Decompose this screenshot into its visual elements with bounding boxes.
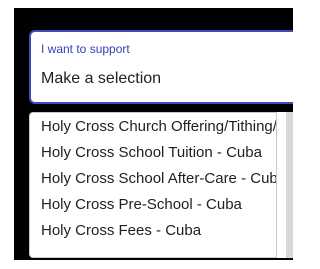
options-scrollbar[interactable] (286, 112, 293, 258)
support-select[interactable]: I want to support Make a selection (29, 30, 293, 104)
support-select-value: Make a selection (41, 70, 162, 87)
option-church-offering[interactable]: Holy Cross Church Offering/Tithing/Do (41, 118, 276, 135)
option-school-after-care[interactable]: Holy Cross School After-Care - Cuba (41, 170, 276, 187)
support-select-label: I want to support (41, 42, 130, 56)
option-fees[interactable]: Holy Cross Fees - Cuba (41, 222, 201, 239)
option-pre-school[interactable]: Holy Cross Pre-School - Cuba (41, 196, 242, 213)
option-school-tuition[interactable]: Holy Cross School Tuition - Cuba (41, 144, 262, 161)
support-options-list: Holy Cross Church Offering/Tithing/Do Ho… (29, 112, 277, 258)
options-gap (277, 112, 286, 258)
